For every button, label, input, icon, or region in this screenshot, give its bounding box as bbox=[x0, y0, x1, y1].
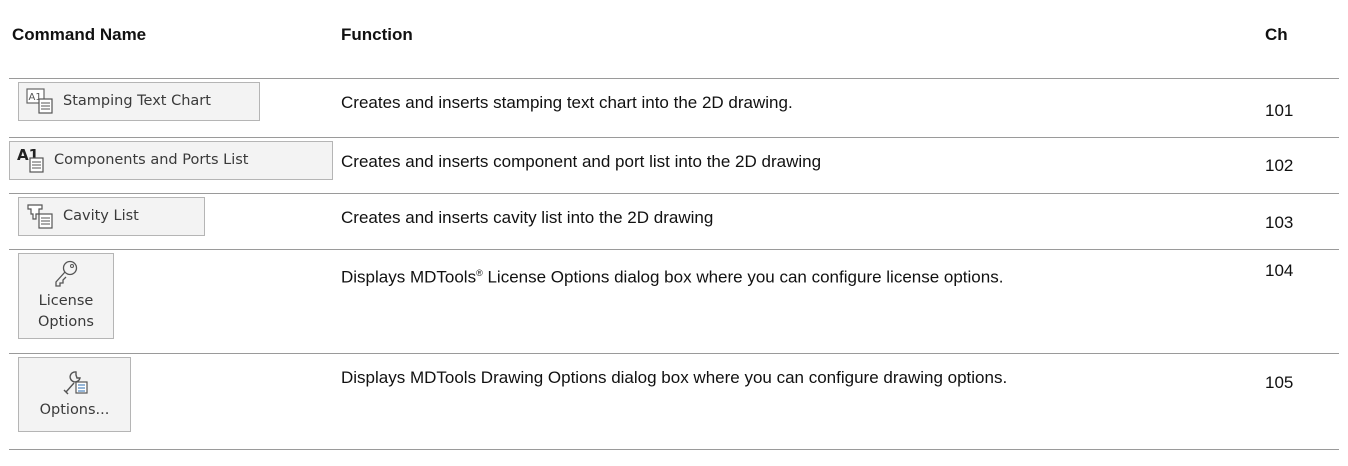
options-button[interactable]: Options... bbox=[18, 356, 131, 432]
components-ports-list-label: Components and Ports List bbox=[54, 152, 249, 168]
key-icon bbox=[55, 260, 78, 287]
components-ports-list-icon: A1 bbox=[17, 146, 44, 173]
table-row: Options... Displays MDTools Drawing Opti… bbox=[9, 353, 1339, 450]
chapter-number: 101 bbox=[1265, 100, 1294, 120]
cavity-list-icon bbox=[27, 204, 53, 229]
chapter-number: 104 bbox=[1265, 260, 1294, 280]
header-function: Function bbox=[341, 6, 1265, 79]
function-text: Creates and inserts component and port l… bbox=[341, 137, 1265, 194]
chapter-number: 102 bbox=[1265, 155, 1294, 175]
table-header-row: Command Name Function Ch bbox=[9, 6, 1339, 79]
function-text: Displays MDTools Drawing Options dialog … bbox=[341, 353, 1265, 450]
registered-mark: ® bbox=[476, 267, 483, 278]
stamping-text-chart-button[interactable]: A1 Stamping Text Chart bbox=[18, 81, 260, 121]
license-options-label-line1: License bbox=[38, 292, 94, 309]
function-text-part: Displays MDTools bbox=[341, 267, 477, 287]
function-text-part: License Options dialog box where you can… bbox=[482, 267, 1004, 287]
command-table: Command Name Function Ch A1 Stamping Tex… bbox=[9, 6, 1339, 450]
function-text: Displays MDTools® License Options dialog… bbox=[341, 249, 1265, 354]
components-ports-list-button[interactable]: A1 Components and Ports List bbox=[9, 140, 333, 180]
table-row: A1 Components and Ports List Creates and… bbox=[9, 137, 1339, 194]
license-options-label-line2: Options bbox=[38, 313, 94, 330]
cavity-list-label: Cavity List bbox=[63, 208, 139, 224]
chapter-number: 103 bbox=[1265, 212, 1294, 232]
function-text: Creates and inserts cavity list into the… bbox=[341, 193, 1265, 250]
stamping-text-chart-icon: A1 bbox=[26, 88, 53, 114]
function-text: Creates and inserts stamping text chart … bbox=[341, 78, 1265, 138]
table-row: A1 Stamping Text Chart Creates and inser… bbox=[9, 78, 1339, 138]
chapter-number: 105 bbox=[1265, 372, 1294, 392]
options-label: Options... bbox=[39, 401, 110, 418]
wrench-icon bbox=[63, 370, 88, 394]
table-row: Cavity List Creates and inserts cavity l… bbox=[9, 193, 1339, 250]
table-row: License Options Displays MDTools® Licens… bbox=[9, 249, 1339, 354]
cavity-list-button[interactable]: Cavity List bbox=[18, 196, 205, 236]
stamping-text-chart-label: Stamping Text Chart bbox=[63, 93, 211, 109]
license-options-button[interactable]: License Options bbox=[18, 252, 114, 339]
header-command-name: Command Name bbox=[9, 6, 341, 79]
header-ch: Ch bbox=[1265, 6, 1339, 79]
